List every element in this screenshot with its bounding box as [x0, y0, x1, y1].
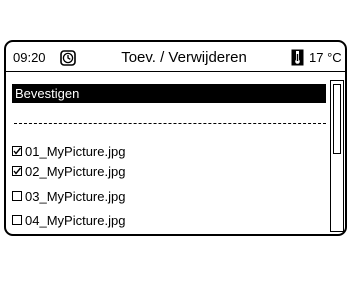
thermometer-icon: [291, 49, 304, 66]
list-item[interactable]: 02_MyPicture.jpg: [12, 162, 312, 180]
file-name: 02_MyPicture.jpg: [25, 163, 126, 179]
checkbox[interactable]: [12, 166, 22, 176]
file-name: 04_MyPicture.jpg: [25, 212, 126, 228]
scrollbar-thumb[interactable]: [333, 84, 341, 154]
file-name: 03_MyPicture.jpg: [25, 188, 126, 204]
confirm-button[interactable]: Bevestigen: [12, 84, 326, 103]
list-item[interactable]: 04_MyPicture.jpg: [12, 211, 312, 229]
outside-temperature: 17 °C: [309, 50, 342, 65]
checkbox[interactable]: [12, 146, 22, 156]
screen-title: Toev. / Verwijderen: [121, 49, 247, 66]
clock-time: 09:20: [13, 50, 46, 65]
header-bar: 09:20 Toev. / Verwijderen 17 °C: [6, 42, 345, 72]
checkbox[interactable]: [12, 191, 22, 201]
dashed-divider: [14, 123, 326, 124]
scrollbar[interactable]: [330, 80, 344, 232]
list-item[interactable]: 03_MyPicture.jpg: [12, 187, 312, 205]
check-mark-icon: [13, 147, 22, 155]
checkbox[interactable]: [12, 215, 22, 225]
file-name: 01_MyPicture.jpg: [25, 143, 126, 159]
display-screen: 09:20 Toev. / Verwijderen 17 °C Bevestig…: [4, 40, 347, 236]
check-mark-icon: [13, 167, 22, 175]
clock-icon: [60, 50, 76, 66]
list-item[interactable]: 01_MyPicture.jpg: [12, 142, 312, 160]
